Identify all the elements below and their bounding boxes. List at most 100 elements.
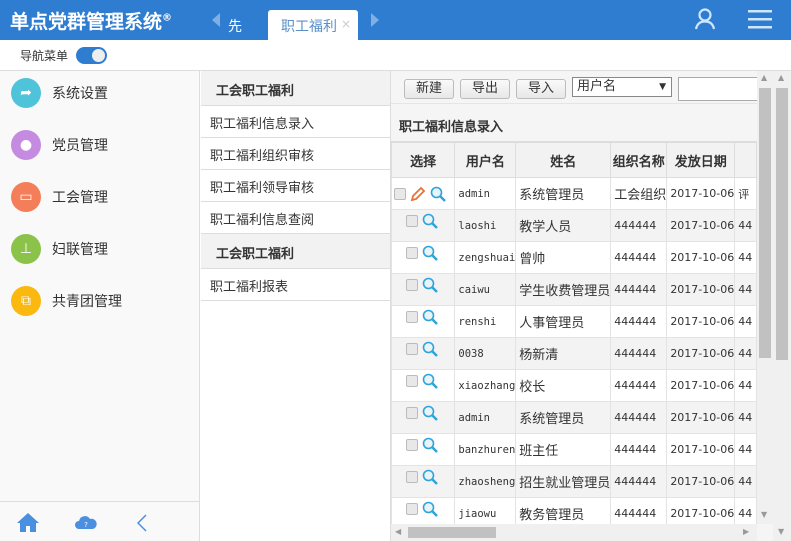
view-magnifier-icon[interactable] <box>422 277 439 293</box>
view-magnifier-icon[interactable] <box>422 469 439 485</box>
sidebar-item-women-federation[interactable]: ⊥ 妇联管理 <box>11 233 108 265</box>
col-header-org[interactable]: 组织名称 <box>610 142 668 178</box>
row-checkbox[interactable] <box>406 375 418 387</box>
sidebar-item-label: 党员管理 <box>52 138 108 154</box>
collapse-chevron-icon[interactable] <box>137 514 147 532</box>
row-checkbox[interactable] <box>406 215 418 227</box>
table-row[interactable]: admin 系统管理员 工会组织 2017-10-06 评 <box>391 177 757 210</box>
share-icon: ➦ <box>11 78 41 108</box>
app-title: 单点党群管理系统® <box>10 11 173 33</box>
home-icon[interactable] <box>16 512 40 532</box>
scroll-down-icon[interactable]: ▼ <box>761 510 767 519</box>
extra-cell: 44 <box>734 273 757 306</box>
extra-cell: 44 <box>734 497 757 524</box>
view-magnifier-icon[interactable] <box>422 341 439 357</box>
username-cell: laoshi <box>454 209 517 242</box>
scroll-up-icon[interactable]: ▲ <box>778 73 784 82</box>
new-button[interactable]: 新建 <box>404 79 454 99</box>
select-cell <box>391 497 456 524</box>
nav-menu-label: 导航菜单 <box>20 49 69 63</box>
submenu-item-entry[interactable]: 职工福利信息录入 <box>201 106 390 138</box>
nav-bar: 导航菜单 <box>0 40 791 71</box>
submenu-item-query[interactable]: 职工福利信息查阅 <box>201 202 390 234</box>
tab-prev-arrow-icon[interactable] <box>212 13 220 27</box>
table-row[interactable]: renshi 人事管理员 444444 2017-10-06 44 <box>391 305 757 338</box>
row-checkbox[interactable] <box>406 439 418 451</box>
view-magnifier-icon[interactable] <box>422 213 439 229</box>
table-row[interactable]: laoshi 教学人员 444444 2017-10-06 44 <box>391 209 757 242</box>
grid-vertical-scrollbar[interactable]: ▲ ▼ <box>757 71 773 524</box>
sidebar-item-union[interactable]: ▭ 工会管理 <box>11 181 108 213</box>
sidebar-item-party-members[interactable]: ● 党员管理 <box>11 129 108 161</box>
row-checkbox[interactable] <box>394 187 406 200</box>
table-row[interactable]: caiwu 学生收费管理员 444444 2017-10-06 44 <box>391 273 757 306</box>
table-row[interactable]: xiaozhang 校长 444444 2017-10-06 44 <box>391 369 757 402</box>
view-magnifier-icon[interactable] <box>422 245 439 261</box>
search-input[interactable] <box>678 77 768 101</box>
scroll-right-icon[interactable]: ▶ <box>743 527 749 536</box>
col-header-name[interactable]: 姓名 <box>515 142 612 178</box>
row-checkbox[interactable] <box>406 311 418 323</box>
tab-first[interactable]: 先 <box>228 16 242 36</box>
name-cell: 教学人员 <box>515 209 612 242</box>
table-row[interactable]: zhaosheng 招生就业管理员 444444 2017-10-06 44 <box>391 465 757 498</box>
grid-header-row: 选择 用户名 姓名 组织名称 发放日期 <box>391 142 757 178</box>
scroll-up-icon[interactable]: ▲ <box>761 73 767 82</box>
row-checkbox[interactable] <box>406 247 418 259</box>
scroll-left-icon[interactable]: ◀ <box>395 527 401 536</box>
view-magnifier-icon[interactable] <box>422 309 439 325</box>
tab-next-arrow-icon[interactable] <box>371 13 379 27</box>
edit-pencil-icon[interactable] <box>410 186 426 202</box>
cloud-help-icon[interactable]: ? <box>74 514 98 530</box>
select-cell <box>391 433 456 466</box>
scroll-thumb[interactable] <box>776 88 788 360</box>
nav-menu-toggle[interactable] <box>76 47 107 64</box>
grid-table: 选择 用户名 姓名 组织名称 发放日期 admin 系统管理员 工会组织 201… <box>391 142 757 524</box>
view-magnifier-icon[interactable] <box>422 437 439 453</box>
table-row[interactable]: banzhuren 班主任 444444 2017-10-06 44 <box>391 433 757 466</box>
sidebar: ➦ 系统设置 ● 党员管理 ▭ 工会管理 ⊥ 妇联管理 ⧉ 共青团管理 ? <box>0 71 200 541</box>
export-button[interactable]: 导出 <box>460 79 510 99</box>
scroll-down-icon[interactable]: ▼ <box>778 527 784 536</box>
row-checkbox[interactable] <box>406 471 418 483</box>
table-row[interactable]: zengshuai 曾帅 444444 2017-10-06 44 <box>391 241 757 274</box>
table-row[interactable]: admin 系统管理员 444444 2017-10-06 44 <box>391 401 757 434</box>
sidebar-item-youth-league[interactable]: ⧉ 共青团管理 <box>11 285 122 317</box>
table-row[interactable]: 0038 杨新清 444444 2017-10-06 44 <box>391 337 757 370</box>
row-checkbox[interactable] <box>406 503 418 515</box>
col-header-username[interactable]: 用户名 <box>454 142 517 178</box>
search-field-select[interactable]: 用户名 ▼ <box>572 77 672 97</box>
view-magnifier-icon[interactable] <box>422 501 439 517</box>
view-magnifier-icon[interactable] <box>430 186 447 202</box>
import-button[interactable]: 导入 <box>516 79 566 99</box>
page-vertical-scrollbar[interactable]: ▲ ▼ <box>773 71 791 541</box>
view-magnifier-icon[interactable] <box>422 405 439 421</box>
table-row[interactable]: jiaowu 教务管理员 444444 2017-10-06 44 <box>391 497 757 524</box>
sidebar-item-system-settings[interactable]: ➦ 系统设置 <box>11 77 108 109</box>
select-cell <box>391 177 456 210</box>
username-cell: 0038 <box>454 337 517 370</box>
extra-cell: 44 <box>734 337 757 370</box>
col-header-extra[interactable] <box>734 142 757 178</box>
user-icon[interactable] <box>694 8 716 30</box>
view-magnifier-icon[interactable] <box>422 373 439 389</box>
select-value: 用户名 <box>577 79 617 94</box>
submenu-item-org-review[interactable]: 职工福利组织审核 <box>201 138 390 170</box>
row-checkbox[interactable] <box>406 407 418 419</box>
row-checkbox[interactable] <box>406 279 418 291</box>
scroll-thumb[interactable] <box>759 88 771 358</box>
extra-cell: 44 <box>734 241 757 274</box>
scroll-thumb[interactable] <box>408 527 496 538</box>
name-cell: 学生收费管理员 <box>515 273 612 306</box>
menu-icon[interactable] <box>748 9 772 29</box>
close-icon[interactable]: × <box>341 17 351 31</box>
tab-welfare[interactable]: 职工福利 × <box>268 10 358 40</box>
col-header-select[interactable]: 选择 <box>391 142 456 178</box>
username-cell: banzhuren <box>454 433 517 466</box>
toolbar: 新建 导出 导入 用户名 ▼ <box>391 71 773 104</box>
row-checkbox[interactable] <box>406 343 418 355</box>
col-header-date[interactable]: 发放日期 <box>666 142 736 178</box>
submenu-item-leader-review[interactable]: 职工福利领导审核 <box>201 170 390 202</box>
submenu-item-report[interactable]: 职工福利报表 <box>201 269 390 301</box>
grid-horizontal-scrollbar[interactable]: ◀ ▶ <box>391 524 757 541</box>
